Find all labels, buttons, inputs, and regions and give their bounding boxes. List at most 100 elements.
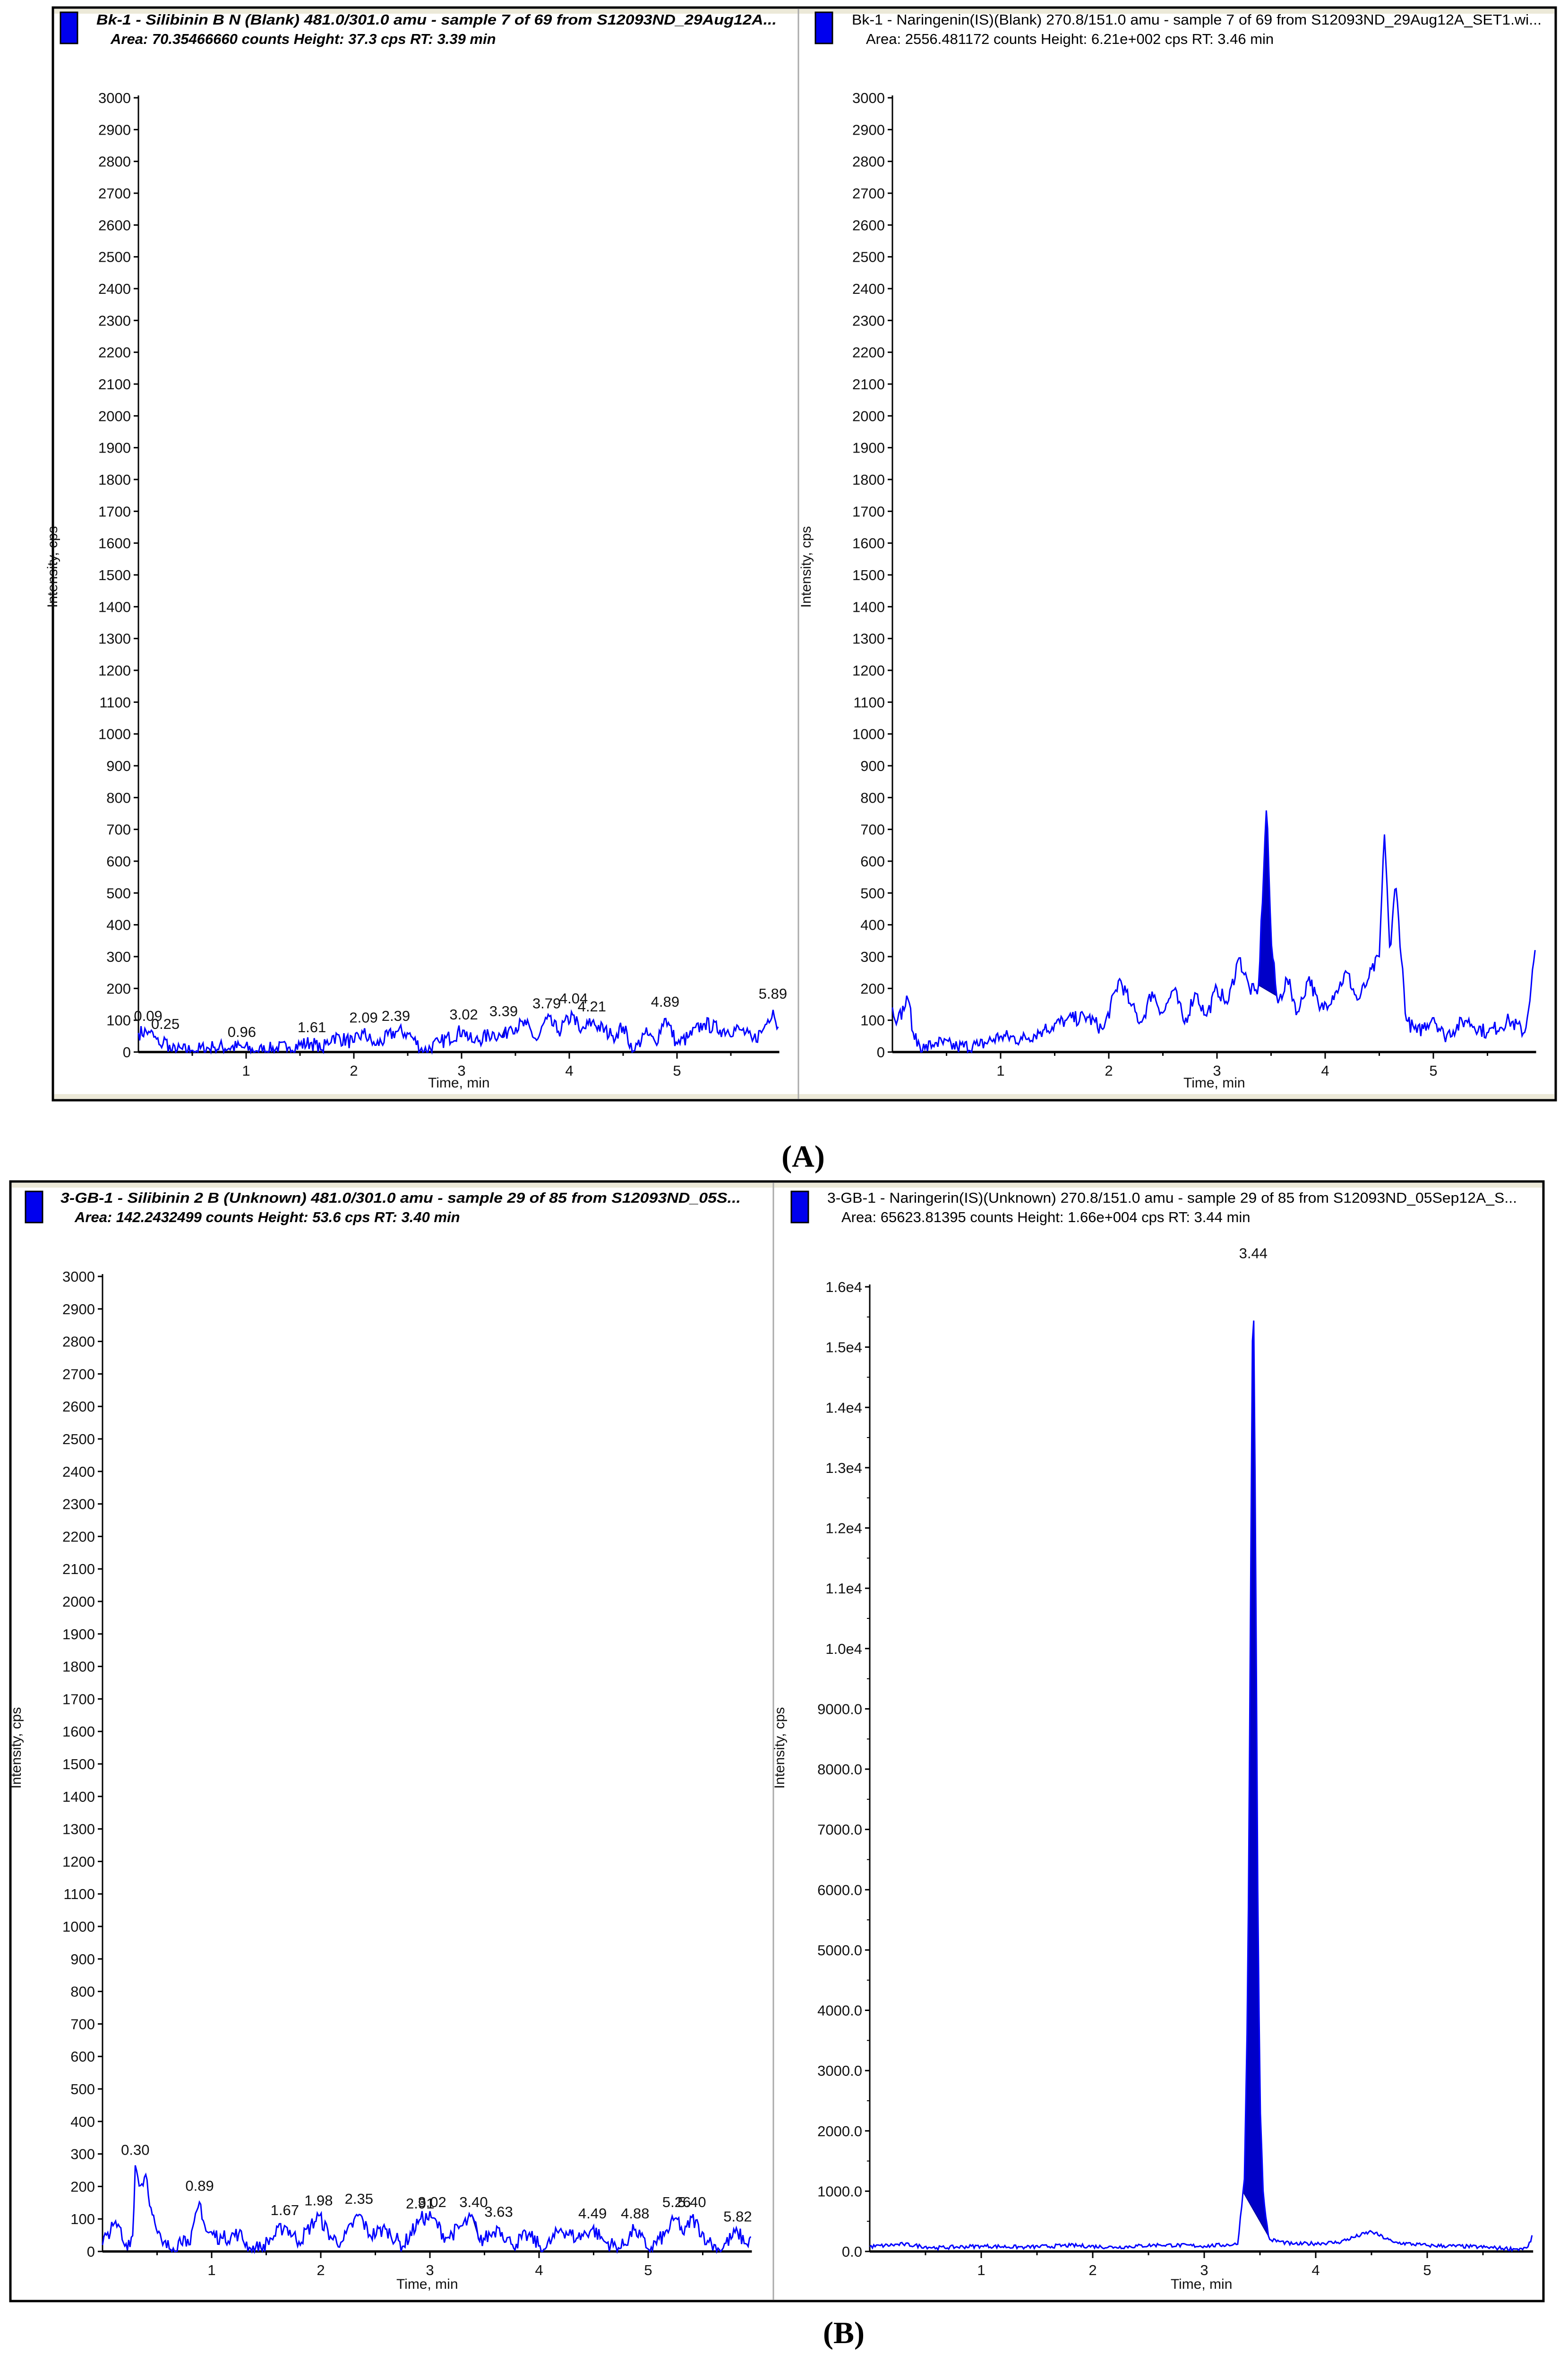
y-tick-label: 2400: [852, 281, 885, 297]
y-tick-label: 800: [860, 789, 885, 806]
x-tick-label: 2: [1105, 1062, 1113, 1079]
y-tick-label: 2700: [852, 185, 885, 202]
x-tick-label: 4: [1311, 2262, 1320, 2278]
x-tick-label: 5: [644, 2262, 652, 2278]
chromatogram-figure: (A) (B) Bk-1 - Silibinin B N (Blank) 481…: [9, 6, 1557, 2350]
y-tick-label: 2300: [852, 312, 885, 329]
y-tick-label: 2900: [62, 1301, 95, 1318]
y-tick-label: 1800: [852, 471, 885, 488]
y-tick-label: 2100: [62, 1561, 95, 1577]
y-tick-label: 2700: [62, 1366, 95, 1382]
y-tick-label: 600: [860, 853, 885, 870]
chart-header-title: Bk-1 - Naringenin(IS)(Blank) 270.8/151.0…: [852, 11, 1542, 28]
peak-label: 1.61: [298, 1019, 326, 1036]
y-tick-label: 4000.0: [817, 2003, 862, 2019]
y-tick-label: 400: [70, 2114, 95, 2130]
y-tick-label: 1.4e4: [825, 1399, 862, 1416]
y-axis-label: Intensity, cps: [45, 526, 60, 608]
y-tick-label: 1.1e4: [825, 1580, 862, 1597]
y-tick-label: 3000: [852, 90, 885, 106]
y-tick-label: 200: [106, 980, 131, 997]
peak-label: 3.79: [532, 995, 561, 1011]
y-tick-label: 1000: [62, 1918, 95, 1935]
peak-label: 4.21: [578, 998, 606, 1015]
y-tick-label: 2200: [62, 1528, 95, 1545]
y-tick-label: 6000.0: [817, 1882, 862, 1898]
legend-square-icon: [60, 11, 78, 44]
y-tick-label: 2000: [98, 408, 131, 424]
chart-header-stats: Area: 65623.81395 counts Height: 1.66e+0…: [841, 1209, 1250, 1225]
y-tick-label: 2800: [62, 1334, 95, 1350]
chart-header-title: Bk-1 - Silibinin B N (Blank) 481.0/301.0…: [96, 11, 777, 28]
x-axis-label: Time, min: [1171, 2276, 1233, 2292]
y-tick-label: 2500: [98, 249, 131, 265]
chart-header-title: 3-GB-1 - Silibinin 2 B (Unknown) 481.0/3…: [60, 1190, 741, 1206]
peak-label: 0.30: [121, 2142, 149, 2158]
y-tick-label: 1200: [62, 1853, 95, 1870]
y-tick-label: 2300: [62, 1496, 95, 1513]
y-tick-label: 1500: [852, 567, 885, 583]
y-tick-label: 700: [860, 822, 885, 838]
y-axis-label: Intensity, cps: [798, 526, 814, 608]
y-tick-label: 700: [106, 822, 131, 838]
y-tick-label: 1700: [98, 503, 131, 520]
y-tick-label: 0: [877, 1044, 885, 1061]
peak-label: 3.44: [1239, 1245, 1268, 1262]
y-tick-label: 2900: [852, 121, 885, 138]
y-tick-label: 1100: [63, 1886, 95, 1902]
chart-header-title: 3-GB-1 - Naringerin(IS)(Unknown) 270.8/1…: [827, 1190, 1517, 1206]
y-tick-label: 100: [70, 2211, 95, 2227]
y-tick-label: 1.0e4: [825, 1641, 862, 1657]
y-tick-label: 2700: [98, 185, 131, 202]
y-tick-label: 0: [123, 1044, 131, 1061]
y-tick-label: 300: [860, 949, 885, 965]
x-tick-label: 1: [977, 2262, 985, 2278]
x-tick-label: 5: [1423, 2262, 1431, 2278]
y-tick-label: 600: [70, 2048, 95, 2065]
legend-square-icon: [814, 11, 833, 44]
panel-label-a: (A): [781, 1139, 825, 1174]
peak-label: 4.88: [621, 2205, 649, 2222]
peak-label: 2.09: [349, 1010, 377, 1026]
y-tick-label: 1.5e4: [825, 1339, 862, 1356]
y-tick-label: 2800: [852, 154, 885, 170]
y-tick-label: 200: [860, 980, 885, 997]
y-tick-label: 7000.0: [817, 1822, 862, 1838]
y-tick-label: 3000: [62, 1268, 95, 1285]
x-tick-label: 4: [1321, 1062, 1329, 1079]
y-tick-label: 8000.0: [817, 1761, 862, 1778]
y-tick-label: 1300: [62, 1821, 95, 1838]
y-tick-label: 500: [860, 885, 885, 901]
y-tick-label: 2600: [62, 1398, 95, 1415]
chart-header-stats: Area: 142.2432499 counts Height: 53.6 cp…: [74, 1209, 460, 1225]
peak-label: 4.49: [578, 2205, 607, 2222]
y-tick-label: 1300: [852, 631, 885, 647]
y-tick-label: 2800: [98, 154, 131, 170]
chart-header-stats: Area: 2556.481172 counts Height: 6.21e+0…: [866, 31, 1274, 47]
y-tick-label: 1500: [98, 567, 131, 583]
y-tick-label: 1300: [98, 631, 131, 647]
panel-a-footer-strip: [54, 1094, 1554, 1099]
y-axis-label: Intensity, cps: [9, 1707, 24, 1789]
y-tick-label: 2000: [852, 408, 885, 424]
peak-label: 5.89: [759, 985, 787, 1002]
x-tick-label: 3: [1200, 2262, 1208, 2278]
x-tick-label: 1: [207, 2262, 215, 2278]
y-tick-label: 1500: [62, 1756, 95, 1772]
x-tick-label: 2: [317, 2262, 325, 2278]
y-tick-label: 2400: [62, 1463, 95, 1480]
y-tick-label: 2500: [852, 249, 885, 265]
peak-label: 1.67: [271, 2202, 299, 2218]
x-axis-label: Time, min: [428, 1075, 490, 1091]
peak-label: 2.39: [382, 1008, 410, 1024]
y-tick-label: 600: [106, 853, 131, 870]
peak-label: 0.96: [228, 1024, 256, 1040]
x-axis-label: Time, min: [396, 2276, 458, 2292]
y-tick-label: 100: [106, 1012, 131, 1029]
y-tick-label: 9000.0: [817, 1701, 862, 1717]
y-tick-label: 1900: [98, 440, 131, 456]
y-tick-label: 500: [106, 885, 131, 901]
peak-label: 3.02: [449, 1006, 478, 1023]
peak-label: 3.40: [459, 2194, 488, 2210]
legend-square-icon: [790, 1190, 809, 1224]
